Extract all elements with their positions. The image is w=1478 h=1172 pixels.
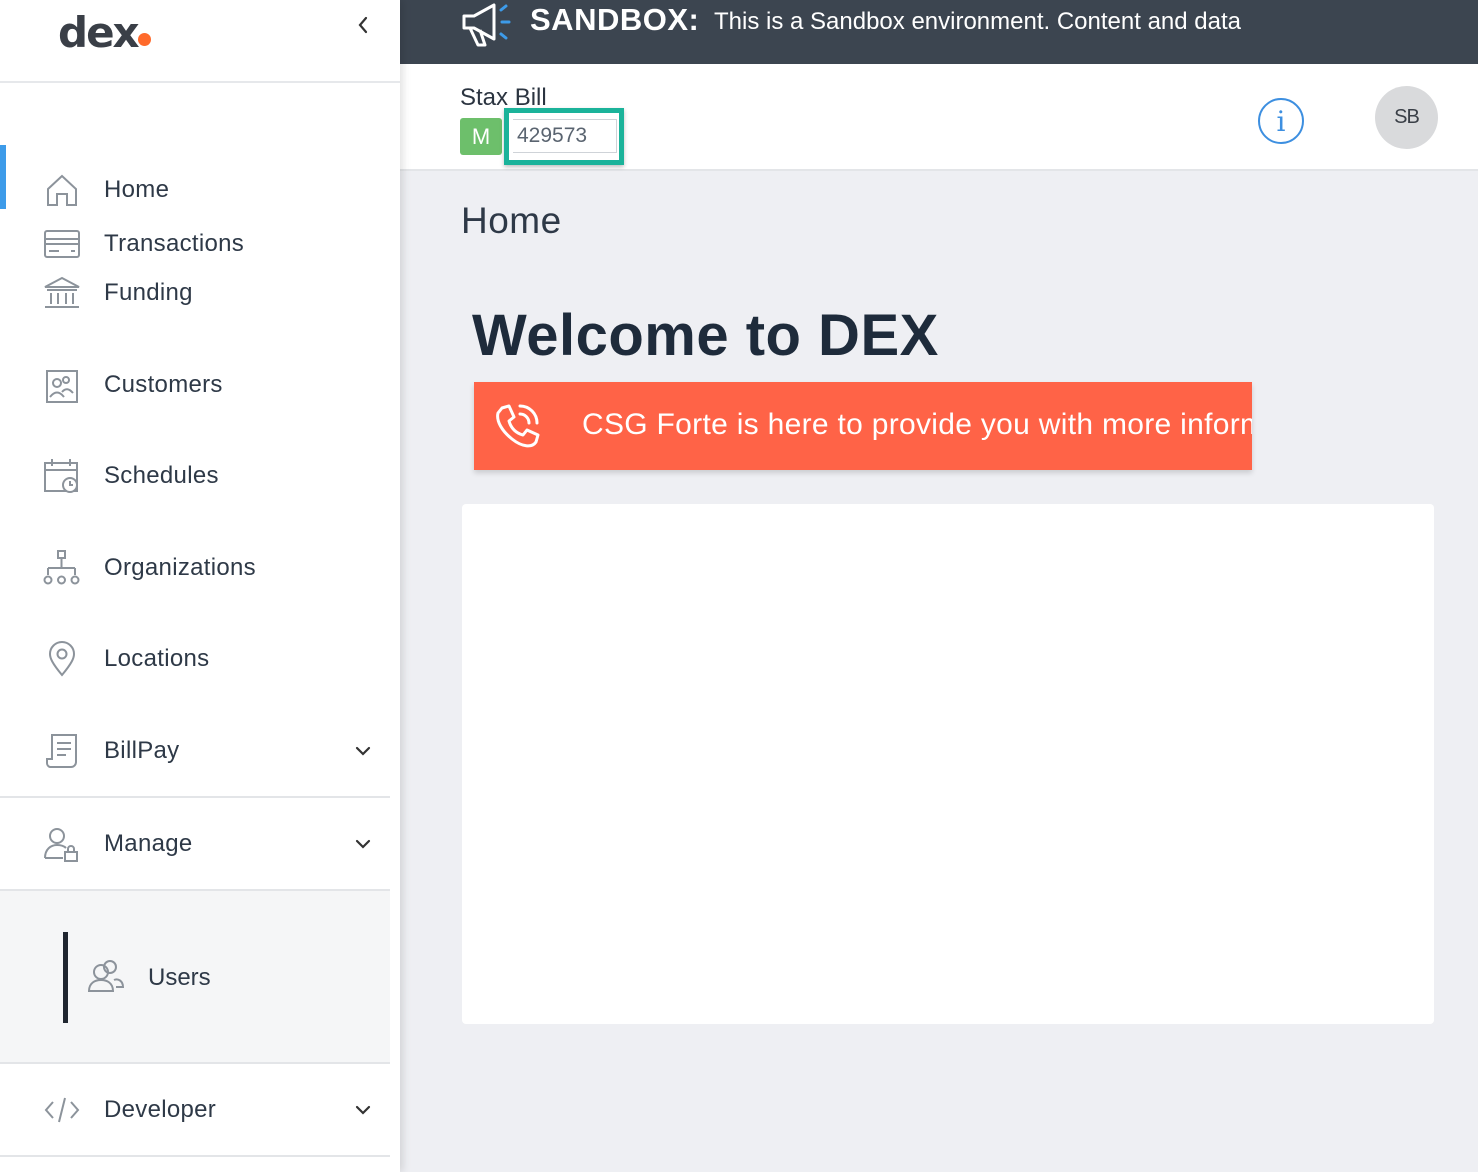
sidebar-item-locations[interactable]: Locations [0,634,390,684]
divider [0,1062,390,1064]
sidebar-item-label: Customers [104,371,223,398]
merchant-id-field[interactable]: 429573 [513,119,617,153]
contact-card-icon [42,365,82,405]
sandbox-banner: SANDBOX: This is a Sandbox environment. … [400,0,1478,64]
submenu-active-indicator [63,932,68,1023]
sidebar-item-label: Schedules [104,462,219,489]
credit-card-icon [42,224,82,264]
logo-dot [138,33,151,46]
divider [0,796,390,798]
sidebar-item-label: Users [148,964,211,991]
sidebar-item-label: Developer [104,1096,217,1123]
sidebar-item-label: Locations [104,645,210,672]
sidebar-item-customers[interactable]: Customers [0,360,390,410]
promo-text: CSG Forte is here to provide you with mo… [582,408,1252,441]
phone-ringing-icon [496,404,540,448]
home-icon [42,170,82,210]
sidebar-item-label: Manage [104,830,193,857]
code-icon [42,1090,82,1130]
chevron-down-icon [350,738,376,764]
bank-icon [42,273,82,313]
sidebar-item-label: Home [104,176,170,203]
sidebar-item-users[interactable]: Users [80,952,380,1004]
merchant-id-highlight: 429573 [504,108,624,165]
sidebar-item-developer[interactable]: Developer [0,1085,390,1135]
sidebar-item-label: Organizations [104,554,256,581]
info-button[interactable]: i [1258,98,1304,144]
promo-banner[interactable]: CSG Forte is here to provide you with mo… [474,382,1252,470]
sidebar-item-manage[interactable]: Manage [0,819,390,869]
map-pin-icon [42,639,82,679]
merchant-type-badge: M [460,118,502,155]
welcome-heading: Welcome to DEX [472,303,939,368]
divider [0,1155,390,1157]
logo-area: dex [0,0,400,83]
sidebar-item-home[interactable]: Home [0,165,390,215]
sandbox-message: This is a Sandbox environment. Content a… [714,8,1241,35]
org-chart-icon [42,548,82,588]
chevron-left-icon [358,16,368,34]
megaphone-icon [462,3,511,47]
content-card [462,504,1434,1024]
sandbox-tag: SANDBOX: [530,2,700,37]
calendar-clock-icon [42,456,82,496]
sidebar-item-label: Transactions [104,230,245,257]
sidebar-item-funding[interactable]: Funding [0,268,390,318]
sidebar-item-label: Funding [104,279,193,306]
sidebar-item-label: BillPay [104,737,180,764]
dex-logo[interactable]: dex [58,8,140,57]
receipt-icon [42,731,82,771]
sidebar-item-billpay[interactable]: BillPay [0,726,390,776]
collapse-sidebar-button[interactable] [350,10,376,40]
sidebar-item-transactions[interactable]: Transactions [0,219,390,269]
sidebar: dex Home Transactions Funding Customers [0,0,400,1172]
header: Stax Bill M 429573 i SB [400,64,1478,171]
chevron-down-icon [350,1097,376,1123]
chevron-down-icon [350,831,376,857]
sidebar-item-schedules[interactable]: Schedules [0,451,390,501]
page-title: Home [461,200,562,241]
user-lock-icon [42,824,82,864]
avatar[interactable]: SB [1375,86,1438,149]
users-icon [86,956,126,996]
sidebar-item-organizations[interactable]: Organizations [0,543,390,593]
